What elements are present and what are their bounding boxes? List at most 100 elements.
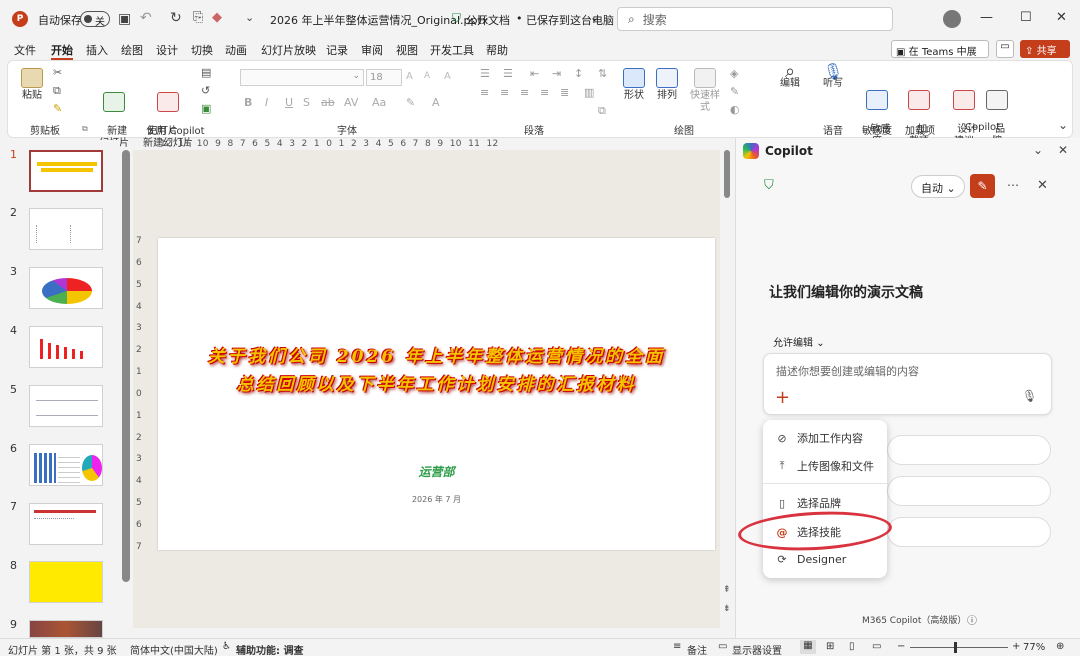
accessibility-status[interactable]: 辅助功能: 调查 — [236, 642, 303, 656]
sensitivity-label[interactable]: 公开文档 — [466, 12, 510, 28]
shrink-font-icon[interactable]: A — [424, 71, 430, 81]
avatar[interactable] — [943, 10, 961, 28]
menu-developer[interactable]: 开发工具 — [430, 42, 474, 58]
permission-select[interactable]: 允许编辑 ⌄ — [773, 334, 825, 349]
quick-style-button[interactable]: 快速样式 — [686, 68, 724, 114]
menu-insert[interactable]: 插入 — [86, 42, 108, 58]
slide-thumbnail-8[interactable] — [29, 561, 103, 603]
menu-home[interactable]: 开始 — [51, 42, 73, 60]
slide-thumbnail-5[interactable] — [29, 385, 103, 427]
justify-icon[interactable]: ≡ — [540, 86, 549, 99]
grow-font-icon[interactable]: A — [406, 71, 413, 82]
menu-item-add-work[interactable]: ⊘ 添加工作内容 — [775, 430, 863, 446]
shape-icon[interactable]: ◆ — [212, 10, 222, 25]
columns-icon[interactable]: ▥ — [584, 86, 594, 99]
language[interactable]: 简体中文(中国大陆) — [130, 642, 218, 656]
slide-thumbnail-9[interactable] — [29, 620, 103, 638]
new-chat-icon[interactable]: ✎ — [970, 174, 995, 198]
menu-review[interactable]: 审阅 — [361, 42, 383, 58]
effects-icon[interactable]: ◐ — [730, 103, 740, 116]
menu-design[interactable]: 设计 — [156, 42, 178, 58]
align-right-icon[interactable]: ≡ — [520, 86, 529, 99]
copy-icon[interactable]: ⧉ — [53, 84, 61, 98]
numbering-icon[interactable]: ☰ — [503, 67, 513, 80]
slide-thumbnail-2[interactable] — [29, 208, 103, 250]
cut-icon[interactable]: ✂ — [53, 66, 62, 79]
menu-view[interactable]: 视图 — [396, 42, 418, 58]
bullets-icon[interactable]: ☰ — [480, 67, 490, 80]
copilot-new-slide-button[interactable]: 使用 Copilot 新建幻灯片 — [140, 68, 205, 150]
slide-canvas[interactable]: 关于我们公司 2026 年上半年整体运营情况的全面 总结回顾以及下半年工作计划安… — [158, 238, 715, 550]
slide-thumbnail-7[interactable] — [29, 503, 103, 545]
dictate-button[interactable]: 🎙 听写 — [820, 64, 846, 90]
prev-slide-icon[interactable]: ⇞ — [723, 585, 731, 595]
new-slide-button[interactable]: 新建 幻灯片 — [97, 68, 131, 150]
align-left-icon[interactable]: ≡ — [480, 86, 489, 99]
autosave-toggle[interactable]: 关 — [80, 11, 110, 28]
char-spacing-icon[interactable]: AV — [344, 96, 358, 109]
menu-item-designer[interactable]: ⟳ Designer — [775, 553, 846, 566]
outline-icon[interactable]: ✎ — [730, 85, 739, 98]
zoom-thumb[interactable] — [954, 642, 957, 653]
arrange-button[interactable]: 排列 — [653, 68, 681, 102]
shadow-icon[interactable]: S — [303, 96, 310, 109]
next-slide-icon[interactable]: ⇟ — [723, 604, 731, 614]
more-options-icon[interactable]: ⋯ — [1007, 178, 1019, 192]
close-icon[interactable]: ✕ — [1056, 10, 1067, 25]
text-direction-icon[interactable]: ⇅ — [598, 67, 607, 80]
prompt-input[interactable]: 描述你想要创建或编辑的内容 + 🎙 — [763, 353, 1052, 415]
line-spacing-icon[interactable]: ↕ — [574, 67, 583, 80]
minimize-icon[interactable]: — — [980, 10, 993, 25]
format-painter-icon[interactable]: ✎ — [53, 102, 62, 115]
menu-item-upload[interactable]: ⤒ 上传图像和文件 — [775, 458, 874, 474]
comment-icon[interactable]: ▭ — [996, 40, 1014, 58]
decrease-indent-icon[interactable]: ⇤ — [530, 67, 539, 80]
zoom-out-icon[interactable]: − — [897, 641, 905, 652]
smartart-icon[interactable]: ⧉ — [598, 104, 606, 118]
font-size-select[interactable]: 18 — [366, 69, 402, 86]
suggestion-pill[interactable] — [887, 517, 1051, 547]
layout-icon[interactable]: ▤ — [201, 66, 211, 79]
mode-select[interactable]: 自动 ⌄ — [911, 175, 965, 198]
suggestion-pill[interactable] — [887, 476, 1051, 506]
slide-info[interactable]: 幻灯片 第 1 张，共 9 张 — [8, 642, 117, 656]
save-status[interactable]: 已保存到这台电脑 — [526, 12, 614, 28]
slide-date[interactable]: 2026 年 7 月 — [158, 494, 715, 505]
edit-button[interactable]: ⌕ 编辑 — [777, 63, 803, 90]
teams-present-button[interactable]: ▣ 在 Teams 中展示 — [891, 40, 989, 73]
menu-help[interactable]: 帮助 — [486, 42, 508, 58]
menu-transitions[interactable]: 切换 — [191, 42, 213, 58]
customize-toolbar-icon[interactable]: ⌄ — [245, 11, 254, 24]
bold-icon[interactable]: B — [244, 96, 252, 109]
change-case-icon[interactable]: Aa — [372, 96, 386, 109]
menu-record[interactable]: 记录 — [326, 42, 348, 58]
chevron-down-icon[interactable]: ⌄ — [590, 11, 599, 24]
designer-button[interactable]: 设计 建议 — [950, 66, 978, 148]
slide-subtitle[interactable]: 运营部 — [158, 463, 715, 480]
microphone-icon[interactable]: 🎙 — [1022, 389, 1037, 403]
paste-button[interactable]: 粘贴 — [17, 68, 47, 102]
slide-title[interactable]: 关于我们公司 2026 年上半年整体运营情况的全面 总结回顾以及下半年工作计划安… — [168, 343, 705, 399]
save-icon[interactable]: ▣ — [118, 11, 131, 27]
fill-icon[interactable]: ◈ — [730, 67, 738, 80]
fit-slide-icon[interactable]: ⊕ — [1056, 641, 1064, 652]
slideshow-view-icon[interactable]: ▭ — [872, 641, 881, 652]
maximize-icon[interactable]: ☐ — [1020, 10, 1032, 25]
share-button[interactable]: ⇪ 共享 — [1020, 40, 1070, 58]
strikethrough-icon[interactable]: ab — [321, 96, 335, 109]
sorter-view-icon[interactable]: ⊞ — [826, 641, 834, 652]
notes-button[interactable]: 备注 — [687, 642, 707, 656]
suggestion-pill[interactable] — [887, 435, 1051, 465]
menu-draw[interactable]: 绘图 — [121, 42, 143, 58]
chevron-down-icon[interactable]: ⌄ — [1033, 143, 1043, 157]
slide-thumbnail-4[interactable] — [29, 326, 103, 368]
dialog-launcher-icon[interactable]: ⧉ — [82, 124, 88, 134]
highlight-icon[interactable]: ✎ — [406, 96, 415, 109]
menu-animations[interactable]: 动画 — [225, 42, 247, 58]
zoom-slider[interactable] — [910, 647, 1008, 648]
slide-thumbnail-3[interactable] — [29, 267, 103, 309]
reset-icon[interactable]: ↺ — [201, 84, 210, 97]
plus-icon[interactable]: + — [775, 387, 790, 408]
display-settings[interactable]: 显示器设置 — [732, 642, 782, 656]
align-center-icon[interactable]: ≡ — [500, 86, 509, 99]
